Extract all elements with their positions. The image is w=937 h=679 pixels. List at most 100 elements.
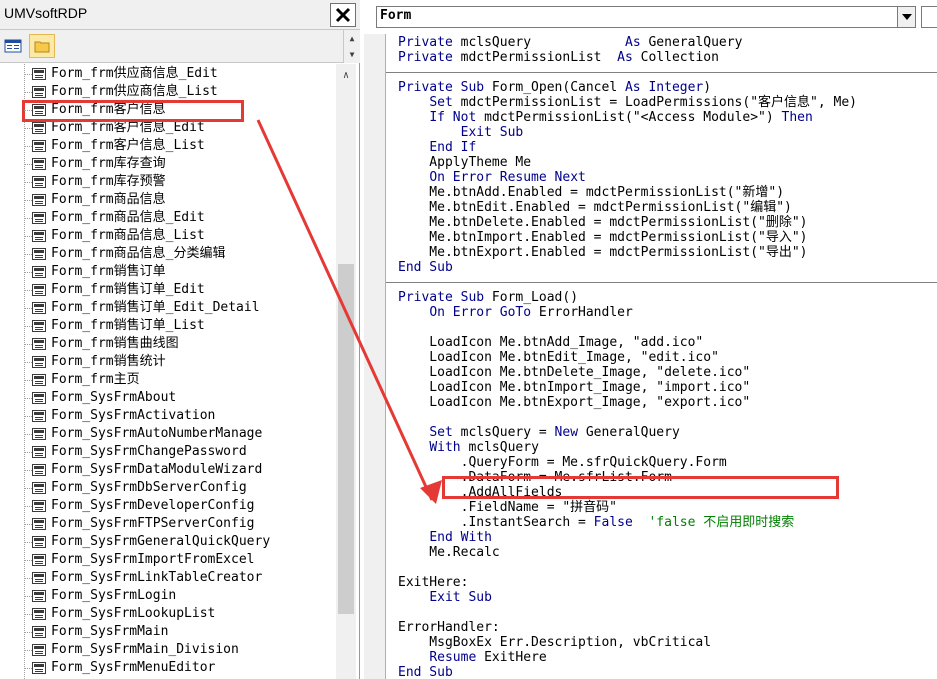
tree-item[interactable]: Form_frm供应商信息_List <box>32 83 218 101</box>
scroll-up-arrow-icon[interactable]: ∧ <box>336 66 356 84</box>
code-keyword: New <box>554 425 586 440</box>
form-module-icon <box>32 590 46 602</box>
toggle-folders-button[interactable] <box>29 34 55 58</box>
tree-guide-branch <box>24 668 32 669</box>
code-text: Collection <box>640 50 719 65</box>
tree-item[interactable]: Form_SysFrmMain <box>32 623 168 641</box>
tree-item[interactable]: Form_SysFrmMain_Division <box>32 641 239 659</box>
tree-guide-branch <box>24 506 32 507</box>
tree-item[interactable]: Form_SysFrmFTPServerConfig <box>32 515 255 533</box>
tree-item[interactable]: Form_SysFrmActivation <box>32 407 215 425</box>
code-line: Resume ExitHere <box>398 650 546 665</box>
code-line: Set mclsQuery = New GeneralQuery <box>398 425 679 440</box>
toolbar-scroll[interactable]: ▲ ▼ <box>343 30 360 63</box>
tree-guide-branch <box>24 308 32 309</box>
tree-item[interactable]: Form_frm销售订单_List <box>32 317 205 335</box>
code-text: Me.btnExport.Enabled = mdctPermissionLis… <box>398 245 808 260</box>
tree-item[interactable]: Form_frm销售曲线图 <box>32 335 179 353</box>
folder-icon <box>34 41 50 53</box>
form-module-icon <box>32 518 46 530</box>
tree-item[interactable]: Form_SysFrmDataModuleWizard <box>32 461 262 479</box>
tree-item-label: Form_SysFrmImportFromExcel <box>51 552 255 567</box>
code-editor[interactable]: Private mclsQuery As GeneralQuery Private… <box>386 34 937 679</box>
tree-guide-branch <box>24 272 32 273</box>
tree-scrollbar[interactable]: ∧ <box>336 64 356 679</box>
code-keyword: False <box>593 515 649 530</box>
tree-item[interactable]: Form_frm商品信息_分类编辑 <box>32 245 225 263</box>
code-line: Private Sub Form_Open(Cancel As Integer) <box>398 80 711 95</box>
code-keyword: If Not <box>429 110 485 125</box>
tree-item[interactable]: Form_SysFrmGeneralQuickQuery <box>32 533 270 551</box>
scroll-up-icon[interactable]: ▲ <box>344 30 360 46</box>
code-text: .InstantSearch = <box>398 515 594 530</box>
tree-item[interactable]: Form_SysFrmLinkTableCreator <box>32 569 262 587</box>
form-module-icon <box>32 662 46 674</box>
code-comment: 'false 不启用即时搜索 <box>648 515 795 530</box>
tree-item[interactable]: Form_SysFrmImportFromExcel <box>32 551 255 569</box>
code-text: mdctPermissionList <box>460 50 618 65</box>
tree-item[interactable]: Form_SysFrmDeveloperConfig <box>32 497 255 515</box>
tree-guide-branch <box>24 290 32 291</box>
tree-item-label: Form_frm销售订单_Edit_Detail <box>51 300 260 315</box>
tree-guide-branch <box>24 164 32 165</box>
tree-guide-branch <box>24 560 32 561</box>
code-keyword: As <box>625 35 649 50</box>
code-keyword: Private <box>398 50 461 65</box>
tree-guide-branch <box>24 128 32 129</box>
tree-guide-branch <box>24 650 32 651</box>
tree-item[interactable]: Form_frm商品信息 <box>32 191 166 209</box>
tree-item[interactable]: Form_frm商品信息_List <box>32 227 205 245</box>
view-code-button[interactable] <box>0 34 26 58</box>
code-line: Private Sub Form_Load() <box>398 290 578 305</box>
code-text: mclsQuery <box>460 35 625 50</box>
combo-dropdown-button[interactable] <box>897 7 915 27</box>
code-line: On Error GoTo ErrorHandler <box>398 305 633 320</box>
tree-item[interactable]: Form_SysFrmAbout <box>32 389 176 407</box>
tree-item[interactable]: Form_SysFrmAutoNumberManage <box>32 425 262 443</box>
form-module-icon <box>32 86 46 98</box>
procedure-separator <box>386 72 937 73</box>
tree-item[interactable]: Form_frm库存预警 <box>32 173 166 191</box>
tree-item[interactable]: Form_frm商品信息_Edit <box>32 209 205 227</box>
tree-item[interactable]: Form_frm销售订单_Edit <box>32 281 205 299</box>
code-text: LoadIcon Me.btnEdit_Image, "edit.ico" <box>398 350 719 365</box>
tree-guide-branch <box>24 614 32 615</box>
procedure-combo[interactable] <box>921 6 937 28</box>
tree-item[interactable]: Form_frm库存查询 <box>32 155 166 173</box>
form-module-icon <box>32 464 46 476</box>
tree-item[interactable]: Form_frm客户信息_List <box>32 137 205 155</box>
close-icon <box>335 7 351 23</box>
code-keyword: End Sub <box>398 260 453 275</box>
code-text: mclsQuery <box>468 440 539 455</box>
tree-guide-branch <box>24 488 32 489</box>
tree-item[interactable]: Form_SysFrmLookupList <box>32 605 215 623</box>
tree-item[interactable]: Form_SysFrmLogin <box>32 587 176 605</box>
tree-guide-branch <box>24 362 32 363</box>
scrollbar-thumb[interactable] <box>338 264 354 614</box>
code-text: LoadIcon Me.btnDelete_Image, "delete.ico… <box>398 365 751 380</box>
tree-item[interactable]: Form_SysFrmChangePassword <box>32 443 247 461</box>
tree-item[interactable]: Form_frm供应商信息_Edit <box>32 65 218 83</box>
tree-item[interactable]: Form_SysFrmMenuEditor <box>32 659 215 677</box>
close-button[interactable] <box>330 3 356 27</box>
form-module-icon <box>32 536 46 548</box>
object-combo[interactable]: Form <box>376 6 916 28</box>
code-line: LoadIcon Me.btnExport_Image, "export.ico… <box>398 395 750 410</box>
form-module-icon <box>32 176 46 188</box>
code-text: ExitHere: <box>398 575 469 590</box>
code-text: ) <box>703 80 712 95</box>
scroll-down-icon[interactable]: ▼ <box>344 46 360 62</box>
tree-guide-branch <box>24 596 32 597</box>
tree-item-label: Form_SysFrmMenuEditor <box>51 660 216 675</box>
tree-item[interactable]: Form_frm销售订单 <box>32 263 166 281</box>
code-text: mclsQuery = <box>460 425 555 440</box>
tree-item[interactable]: Form_frm主页 <box>32 371 140 389</box>
code-window: Form Private mclsQuery As GeneralQuery Pr… <box>364 0 937 679</box>
tree-item[interactable]: Form_frm销售订单_Edit_Detail <box>32 299 260 317</box>
tree-item[interactable]: Form_SysFrmDbServerConfig <box>32 479 247 497</box>
view-object-icon <box>4 39 22 53</box>
tree-item[interactable]: Form_frm销售统计 <box>32 353 166 371</box>
